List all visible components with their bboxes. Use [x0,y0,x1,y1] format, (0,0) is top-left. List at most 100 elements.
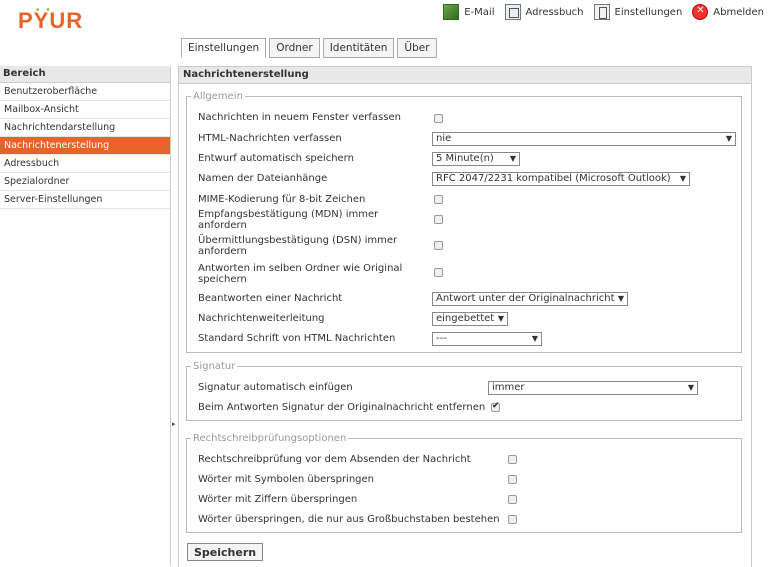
tab-ordner[interactable]: Ordner [269,38,320,58]
row-mime: MIME-Kodierung für 8-bit Zeichen [198,194,434,205]
select-signatur-einfuegen[interactable]: immer ▼ [488,381,698,395]
logout-icon [692,4,709,20]
nav-logout[interactable]: Abmelden [692,4,764,20]
tab-ueber[interactable]: Über [397,38,437,58]
rechtschreib-rows: Rechtschreibprüfung vor dem Absenden der… [186,433,742,533]
label-rs-ziffern: Wörter mit Ziffern überspringen [198,494,358,505]
row-html-nachrichten: HTML-Nachrichten verfassen [198,133,434,144]
select-beantworten[interactable]: Antwort unter der Originalnachricht ▼ [432,292,628,306]
nav-email-label: E-Mail [464,6,495,18]
chevron-down-icon: ▼ [617,294,624,303]
mail-icon [443,4,460,20]
sidebar-item-adressbuch[interactable]: Adressbuch [0,155,170,173]
checkbox-neues-fenster[interactable] [434,114,443,123]
checkbox-rs-absenden[interactable] [508,455,517,464]
addressbook-icon [504,4,521,20]
chevron-down-icon: ▼ [531,334,538,343]
panel-title: Nachrichtenerstellung [179,67,751,84]
settings-tabs: Einstellungen Ordner Identitäten Über [181,38,437,58]
select-entwurf-value: 5 Minute(n) [436,153,494,164]
nav-settings[interactable]: Einstellungen [593,4,682,20]
sidebar-item-spezialordner[interactable]: Spezialordner [0,173,170,191]
row-mdn: Empfangsbestätigung (MDN) immer anforder… [198,209,428,231]
sidebar-item-benutzeroberflaeche[interactable]: Benutzeroberfläche [0,83,170,101]
settings-panel: Nachrichtenerstellung Allgemein Nachrich… [178,66,752,567]
row-schrift: Standard Schrift von HTML Nachrichten [198,333,434,344]
sidebar-title: Bereich [0,66,170,83]
save-button[interactable]: Speichern [187,543,264,561]
tab-einstellungen[interactable]: Einstellungen [181,38,267,58]
checkbox-rs-grossbuchstaben[interactable] [508,515,517,524]
label-beantworten: Beantworten einer Nachricht [198,293,343,304]
nav-logout-label: Abmelden [713,6,764,18]
select-dateianhaenge-value: RFC 2047/2231 kompatibel (Microsoft Outl… [436,173,671,184]
settings-icon [593,4,610,20]
label-signatur-entfernen: Beim Antworten Signatur der Originalnach… [198,402,486,413]
label-mime: MIME-Kodierung für 8-bit Zeichen [198,194,366,205]
row-dateianhaenge: Namen der Dateianhänge [198,173,434,184]
row-signatur-einfuegen: Signatur automatisch einfügen [198,382,434,393]
label-dsn: Übermittlungsbestätigung (DSN) immer anf… [198,235,398,257]
row-rs-grossbuchstaben: Wörter überspringen, die nur aus Großbuc… [198,514,508,525]
nav-addressbook[interactable]: Adressbuch [504,4,584,20]
row-rs-ziffern: Wörter mit Ziffern überspringen [198,494,508,505]
label-schrift: Standard Schrift von HTML Nachrichten [198,333,396,344]
row-neues-fenster: Nachrichten in neuem Fenster verfassen [198,112,434,123]
row-selber-ordner: Antworten im selben Ordner wie Original … [198,263,428,285]
chevron-down-icon: ▼ [687,383,694,392]
row-rs-absenden: Rechtschreibprüfung vor dem Absenden der… [198,454,508,465]
checkbox-rs-ziffern[interactable] [508,495,517,504]
logo-dots: • • [36,5,52,16]
chevron-down-icon: ▼ [725,134,732,143]
select-schrift[interactable]: --- ▼ [432,332,542,346]
pyur-logo: • • PYUR [18,5,83,34]
select-html-nachrichten[interactable]: nie ▼ [432,132,736,146]
label-html-nachrichten: HTML-Nachrichten verfassen [198,133,342,144]
chevron-down-icon: ▼ [679,174,686,183]
sidebar-item-nachrichtenerstellung[interactable]: Nachrichtenerstellung [0,137,170,155]
settings-sidebar: Bereich Benutzeroberfläche Mailbox-Ansic… [0,66,171,566]
row-rs-symbole: Wörter mit Symbolen überspringen [198,474,508,485]
select-beantworten-value: Antwort unter der Originalnachricht [436,293,615,304]
checkbox-dsn[interactable] [434,241,443,250]
checkbox-mime[interactable] [434,195,443,204]
tab-identitaeten[interactable]: Identitäten [322,38,395,58]
label-neues-fenster: Nachrichten in neuem Fenster verfassen [198,112,401,123]
sidebar-item-server-einstellungen[interactable]: Server-Einstellungen [0,191,170,209]
select-weiterleitung[interactable]: eingebettet ▼ [432,312,508,326]
nav-addressbook-label: Adressbuch [525,6,584,18]
chevron-down-icon: ▼ [497,314,504,323]
label-entwurf: Entwurf automatisch speichern [198,153,354,164]
checkbox-mdn[interactable] [434,215,443,224]
row-dsn: Übermittlungsbestätigung (DSN) immer anf… [198,235,428,257]
label-selber-ordner: Antworten im selben Ordner wie Original … [198,263,403,285]
checkbox-signatur-entfernen[interactable] [491,401,500,412]
select-signatur-einfuegen-value: immer [492,382,525,393]
checkbox-rs-symbole[interactable] [508,475,517,484]
select-entwurf[interactable]: 5 Minute(n) ▼ [432,152,520,166]
row-signatur-entfernen: Beim Antworten Signatur der Originalnach… [198,402,488,413]
select-weiterleitung-value: eingebettet [436,313,495,324]
row-entwurf: Entwurf automatisch speichern [198,153,434,164]
label-dateianhaenge: Namen der Dateianhänge [198,173,328,184]
label-weiterleitung: Nachrichtenweiterleitung [198,313,325,324]
nav-email[interactable]: E-Mail [443,4,495,20]
label-rs-absenden: Rechtschreibprüfung vor dem Absenden der… [198,454,471,465]
allgemein-rows: Nachrichten in neuem Fenster verfassen H… [186,91,742,353]
checkbox-selber-ordner[interactable] [434,268,443,277]
signatur-rows: Signatur automatisch einfügen immer ▼ Bei… [186,361,742,421]
top-navigation: E-Mail Adressbuch Einstellungen Abmelden [443,4,764,20]
sidebar-item-nachrichtendarstellung[interactable]: Nachrichtendarstellung [0,119,170,137]
row-beantworten: Beantworten einer Nachricht [198,293,434,304]
sidebar-resize-handle[interactable]: ▸ [172,420,176,428]
chevron-down-icon: ▼ [509,154,516,163]
select-html-nachrichten-value: nie [436,133,452,144]
row-weiterleitung: Nachrichtenweiterleitung [198,313,434,324]
select-dateianhaenge[interactable]: RFC 2047/2231 kompatibel (Microsoft Outl… [432,172,690,186]
label-mdn: Empfangsbestätigung (MDN) immer anforder… [198,209,379,231]
sidebar-item-mailbox-ansicht[interactable]: Mailbox-Ansicht [0,101,170,119]
label-rs-grossbuchstaben: Wörter überspringen, die nur aus Großbuc… [198,514,500,525]
select-schrift-value: --- [436,333,447,344]
label-rs-symbole: Wörter mit Symbolen überspringen [198,474,375,485]
label-signatur-einfuegen: Signatur automatisch einfügen [198,382,353,393]
